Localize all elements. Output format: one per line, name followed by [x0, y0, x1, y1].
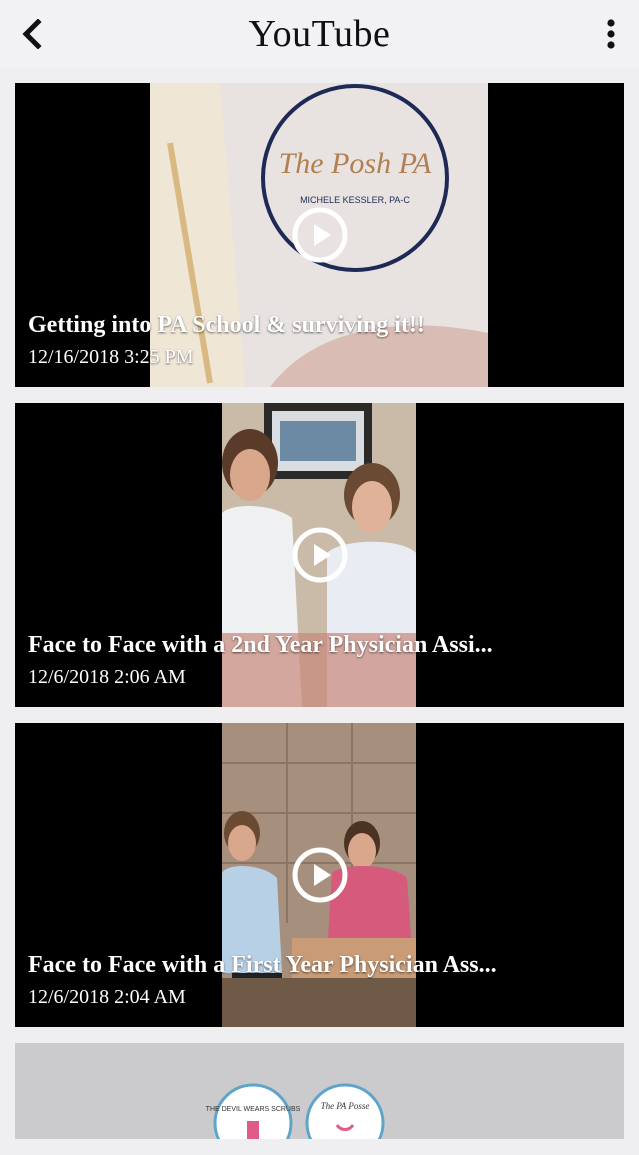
video-list: The Posh PA MICHELE KESSLER, PA-C Gettin…	[15, 83, 624, 1155]
video-date: 12/6/2018 2:06 AM	[28, 666, 186, 688]
play-icon[interactable]	[292, 527, 348, 583]
more-options-button[interactable]	[599, 14, 623, 54]
app-header: YouTube	[0, 0, 639, 68]
video-card[interactable]: The Posh PA MICHELE KESSLER, PA-C Gettin…	[15, 83, 624, 387]
video-title: Getting into PA School & surviving it!!	[28, 312, 425, 338]
video-title: Face to Face with a First Year Physician…	[28, 952, 497, 978]
video-date: 12/16/2018 3:25 PM	[28, 346, 194, 368]
video-card[interactable]: Face to Face with a First Year Physician…	[15, 723, 624, 1027]
play-icon[interactable]	[292, 207, 348, 263]
thumbnail-logo-text: The PA Posse	[321, 1101, 370, 1111]
thumbnail-logo-text: The Posh PA	[279, 147, 432, 180]
thumbnail-logo-text: THE DEVIL WEARS SCRUBS	[206, 1106, 301, 1113]
video-date: 12/6/2018 2:04 AM	[28, 986, 186, 1008]
thumbnail-logo-subtext: MICHELE KESSLER, PA-C	[300, 195, 410, 205]
vertical-ellipsis-icon	[607, 19, 615, 49]
play-icon[interactable]	[292, 847, 348, 903]
page-title: YouTube	[248, 13, 391, 55]
video-title: Face to Face with a 2nd Year Physician A…	[28, 632, 493, 658]
video-card[interactable]: Face to Face with a 2nd Year Physician A…	[15, 403, 624, 707]
video-card[interactable]: THE DEVIL WEARS SCRUBS The PA Posse	[15, 1043, 624, 1139]
video-thumbnail: THE DEVIL WEARS SCRUBS The PA Posse	[15, 1043, 624, 1139]
